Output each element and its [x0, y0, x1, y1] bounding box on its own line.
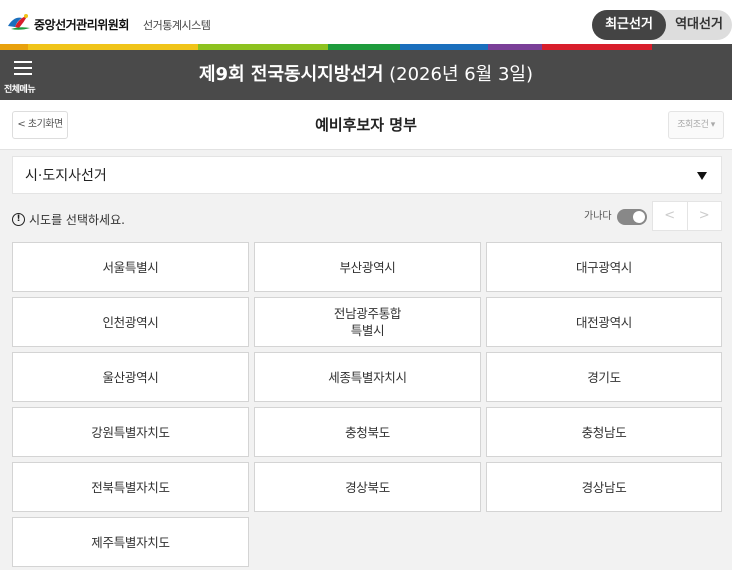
region-button[interactable]: 충청남도: [486, 407, 722, 457]
election-type-value: 시·도지사선거: [25, 168, 107, 184]
dropdown-arrow-icon: [697, 172, 707, 180]
election-type-select[interactable]: 시·도지사선거: [12, 156, 722, 194]
nec-logo-icon: [8, 14, 30, 30]
pager: < >: [652, 201, 722, 231]
election-title: 제9회 전국동시지방선거 (2026년 6월 3일): [0, 50, 732, 100]
toggle-knob: [633, 211, 645, 223]
page-header: 전체메뉴 제9회 전국동시지방선거 (2026년 6월 3일): [0, 50, 732, 100]
next-button[interactable]: >: [688, 202, 722, 230]
notice-text: 시도를 선택하세요.: [29, 212, 125, 227]
home-button[interactable]: < 초기화면: [12, 111, 68, 139]
recent-election-button[interactable]: 최근선거: [592, 10, 666, 40]
election-period-toggle[interactable]: 최근선거 역대선거: [592, 10, 732, 40]
top-bar: 중앙선거관리위원회 선거통계시스템 최근선거 역대선거: [0, 0, 732, 44]
sort-label: 가나다: [584, 211, 612, 222]
region-button[interactable]: 경상북도: [254, 462, 481, 512]
region-button[interactable]: 경상남도: [486, 462, 722, 512]
region-button[interactable]: 부산광역시: [254, 242, 481, 292]
region-button[interactable]: 인천광역시: [12, 297, 249, 347]
region-button[interactable]: 충청북도: [254, 407, 481, 457]
search-condition-button[interactable]: 조회조건 ▾: [668, 111, 724, 139]
page-title: 예비후보자 명부: [315, 116, 417, 134]
election-name: 제9회 전국동시지방선거: [199, 64, 384, 85]
org-name[interactable]: 중앙선거관리위원회: [34, 16, 129, 33]
sort-toggle[interactable]: [617, 209, 647, 225]
past-election-button[interactable]: 역대선거: [666, 10, 732, 40]
prev-button[interactable]: <: [653, 202, 688, 230]
exclamation-icon: !: [12, 212, 25, 226]
region-button[interactable]: 제주특별자치도: [12, 517, 249, 567]
election-date: (2026년 6월 3일): [383, 64, 533, 85]
region-grid: 서울특별시 부산광역시 대구광역시인천광역시 전남광주통합 특별시 대전광역시울산광역시…: [12, 242, 722, 567]
region-button[interactable]: 울산광역시: [12, 352, 249, 402]
region-button[interactable]: 대전광역시: [486, 297, 722, 347]
notice: ! 시도를 선택하세요.: [12, 210, 125, 228]
region-button[interactable]: 경기도: [486, 352, 722, 402]
region-button[interactable]: 대구광역시: [486, 242, 722, 292]
region-button[interactable]: 서울특별시: [12, 242, 249, 292]
region-button[interactable]: 세종특별자치시: [254, 352, 481, 402]
region-button[interactable]: 전북특별자치도: [12, 462, 249, 512]
sub-header: 예비후보자 명부 < 초기화면 조회조건 ▾: [0, 100, 732, 150]
region-button[interactable]: 전남광주통합 특별시: [254, 297, 481, 347]
system-name: 선거통계시스템: [143, 19, 211, 32]
region-button[interactable]: 강원특별자치도: [12, 407, 249, 457]
